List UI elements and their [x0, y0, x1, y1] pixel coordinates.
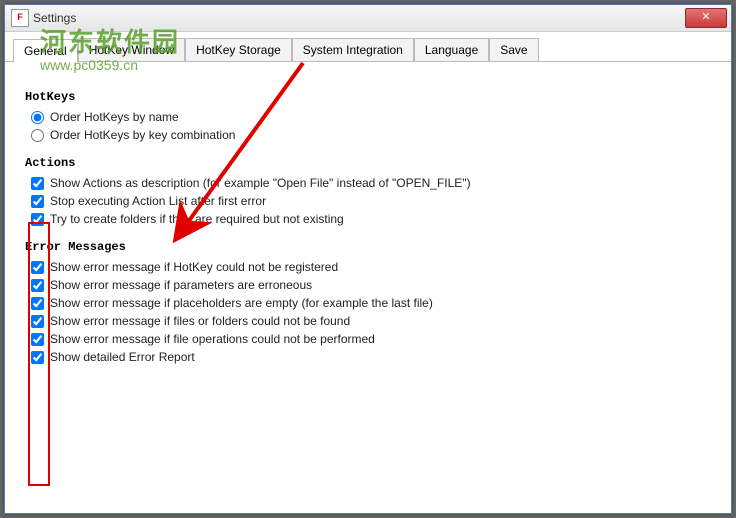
checkbox-err-hotkey-reg[interactable] — [31, 261, 44, 274]
option-err-hotkey-reg[interactable]: Show error message if HotKey could not b… — [25, 260, 711, 274]
label-err-hotkey-reg: Show error message if HotKey could not b… — [50, 260, 338, 274]
checkbox-create-folders[interactable] — [31, 213, 44, 226]
tab-strip: General HotKey Window HotKey Storage Sys… — [5, 32, 731, 62]
option-create-folders[interactable]: Try to create folders if they are requir… — [25, 212, 711, 226]
section-errors-title: Error Messages — [25, 240, 711, 254]
titlebar: F Settings ✕ — [5, 5, 731, 32]
option-err-files[interactable]: Show error message if files or folders c… — [25, 314, 711, 328]
app-icon: F — [11, 9, 29, 27]
close-button[interactable]: ✕ — [685, 8, 727, 28]
window-title: Settings — [33, 11, 76, 25]
checkbox-stop-on-error[interactable] — [31, 195, 44, 208]
tab-content: HotKeys Order HotKeys by name Order HotK… — [5, 62, 731, 382]
option-err-fileops[interactable]: Show error message if file operations co… — [25, 332, 711, 346]
option-err-placeholders[interactable]: Show error message if placeholders are e… — [25, 296, 711, 310]
option-err-params[interactable]: Show error message if parameters are err… — [25, 278, 711, 292]
option-show-actions-desc[interactable]: Show Actions as description (for example… — [25, 176, 711, 190]
option-err-report[interactable]: Show detailed Error Report — [25, 350, 711, 364]
radio-order-by-combo[interactable] — [31, 129, 44, 142]
label-order-by-combo: Order HotKeys by key combination — [50, 128, 235, 142]
tab-general[interactable]: General — [13, 39, 78, 63]
label-err-files: Show error message if files or folders c… — [50, 314, 350, 328]
checkbox-err-placeholders[interactable] — [31, 297, 44, 310]
tab-hotkey-storage[interactable]: HotKey Storage — [185, 38, 292, 61]
checkbox-err-fileops[interactable] — [31, 333, 44, 346]
label-err-params: Show error message if parameters are err… — [50, 278, 312, 292]
checkbox-err-params[interactable] — [31, 279, 44, 292]
checkbox-show-actions-desc[interactable] — [31, 177, 44, 190]
radio-order-by-name[interactable] — [31, 111, 44, 124]
tab-hotkey-window[interactable]: HotKey Window — [78, 38, 185, 61]
tab-language[interactable]: Language — [414, 38, 489, 61]
checkbox-err-files[interactable] — [31, 315, 44, 328]
label-stop-on-error: Stop executing Action List after first e… — [50, 194, 266, 208]
label-create-folders: Try to create folders if they are requir… — [50, 212, 344, 226]
label-show-actions-desc: Show Actions as description (for example… — [50, 176, 471, 190]
label-err-fileops: Show error message if file operations co… — [50, 332, 375, 346]
tab-save[interactable]: Save — [489, 38, 538, 61]
option-order-by-name[interactable]: Order HotKeys by name — [25, 110, 711, 124]
label-err-report: Show detailed Error Report — [50, 350, 195, 364]
option-order-by-combo[interactable]: Order HotKeys by key combination — [25, 128, 711, 142]
option-stop-on-error[interactable]: Stop executing Action List after first e… — [25, 194, 711, 208]
settings-window: F Settings ✕ General HotKey Window HotKe… — [4, 4, 732, 514]
section-hotkeys-title: HotKeys — [25, 90, 711, 104]
label-order-by-name: Order HotKeys by name — [50, 110, 179, 124]
tab-system-integration[interactable]: System Integration — [292, 38, 414, 61]
label-err-placeholders: Show error message if placeholders are e… — [50, 296, 433, 310]
checkbox-err-report[interactable] — [31, 351, 44, 364]
section-actions-title: Actions — [25, 156, 711, 170]
